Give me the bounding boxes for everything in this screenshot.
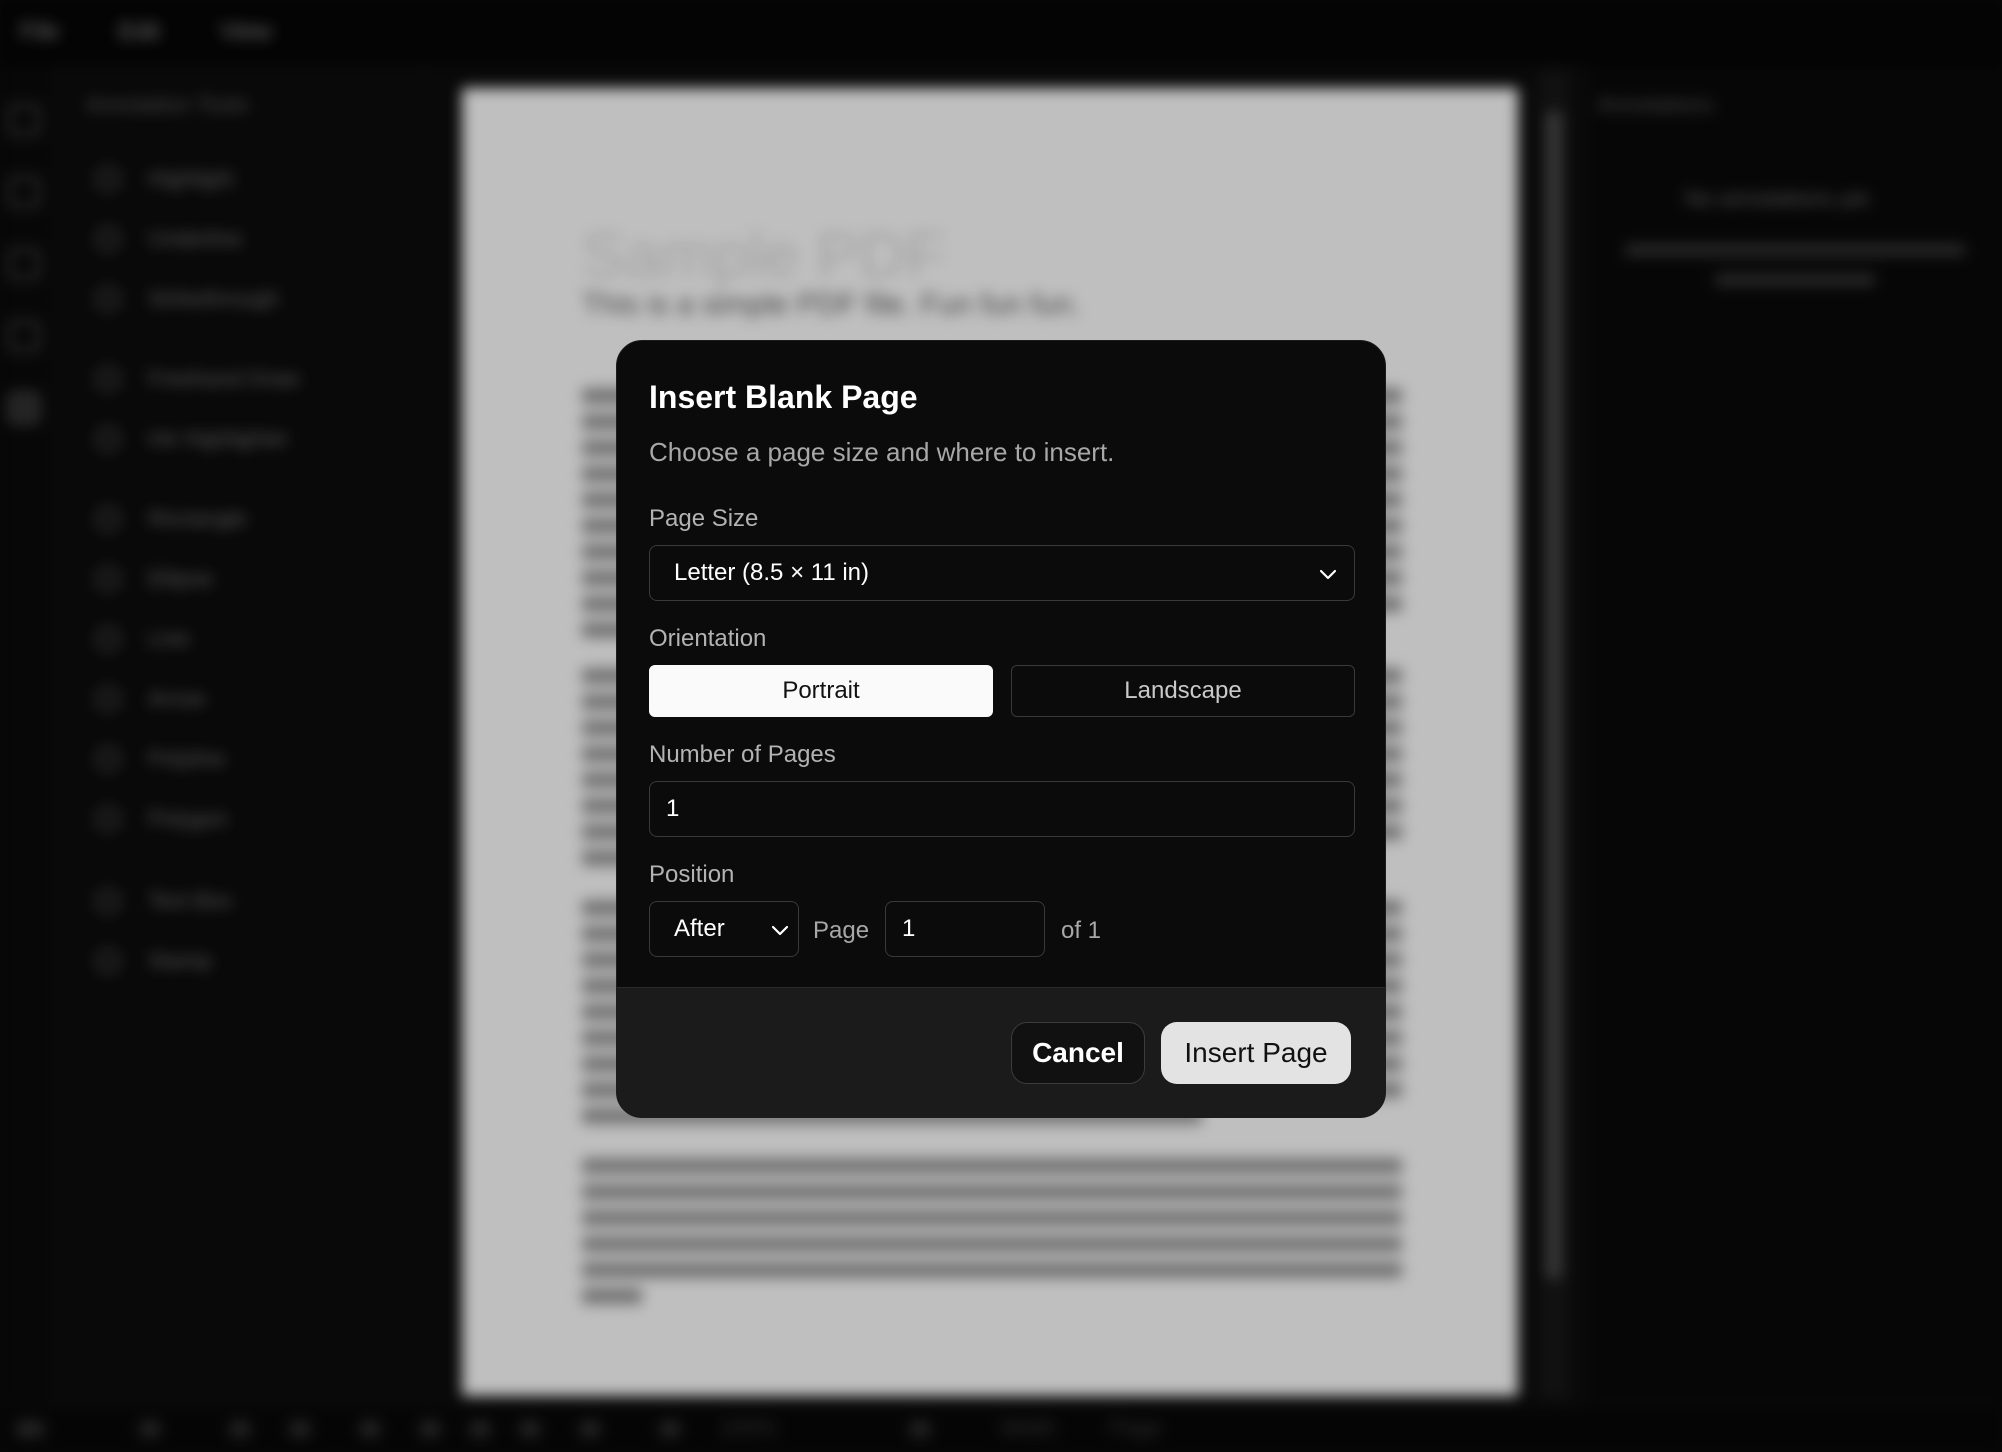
position-label: Position xyxy=(649,861,735,888)
page-size-label: Page Size xyxy=(649,505,759,532)
page-number-input[interactable]: 1 xyxy=(885,901,1045,957)
page-word-label: Page xyxy=(813,917,870,944)
num-pages-label: Number of Pages xyxy=(649,741,836,768)
dialog-title: Insert Blank Page xyxy=(649,379,918,415)
num-pages-input[interactable]: 1 xyxy=(649,781,1355,837)
cancel-button[interactable]: Cancel xyxy=(1011,1022,1145,1084)
insert-page-button[interactable]: Insert Page xyxy=(1161,1022,1351,1084)
position-value: After xyxy=(674,915,725,942)
orientation-portrait-button[interactable]: Portrait xyxy=(649,665,993,717)
orientation-landscape-button[interactable]: Landscape xyxy=(1011,665,1355,717)
orientation-label: Orientation xyxy=(649,625,767,652)
dialog-description: Choose a page size and where to insert. xyxy=(649,437,1115,467)
page-size-select[interactable]: Letter (8.5 × 11 in) xyxy=(649,545,1355,601)
insert-blank-page-dialog: Insert Blank Page Choose a page size and… xyxy=(616,340,1386,1118)
position-select[interactable]: After xyxy=(649,901,799,957)
page-size-value: Letter (8.5 × 11 in) xyxy=(674,559,869,586)
page-count-text: of 1 xyxy=(1061,917,1102,944)
dialog-footer: Cancel Insert Page xyxy=(617,987,1385,1117)
num-pages-value: 1 xyxy=(666,795,680,822)
chevron-down-icon xyxy=(771,925,789,936)
chevron-down-icon xyxy=(1319,569,1337,580)
page-number-value: 1 xyxy=(902,915,916,942)
